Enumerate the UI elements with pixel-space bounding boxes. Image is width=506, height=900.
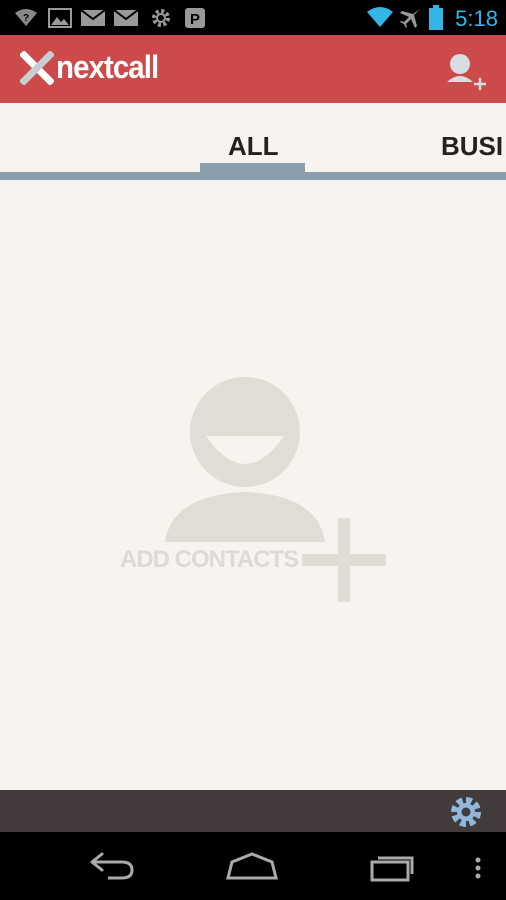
wifi-question-icon: ? — [15, 9, 37, 26]
svg-text:P: P — [190, 11, 200, 28]
back-icon[interactable] — [80, 832, 144, 900]
app-bar: nextcall — [0, 35, 506, 103]
gmail-icon — [113, 9, 139, 26]
overflow-menu-icon[interactable] — [468, 832, 488, 900]
wifi-icon — [367, 7, 393, 27]
add-contact-placeholder-icon[interactable] — [110, 370, 400, 610]
parking-icon: P — [185, 8, 205, 28]
airplane-icon — [400, 9, 420, 28]
home-icon[interactable] — [218, 832, 286, 900]
add-contact-icon[interactable] — [444, 50, 490, 96]
app-logo-text: nextcall — [56, 49, 159, 85]
settings-icon — [152, 9, 170, 27]
status-bar: ? P 5:18 — [0, 0, 506, 35]
bottom-bar — [0, 790, 506, 832]
tab-underline — [0, 172, 506, 180]
tab-all[interactable]: ALL — [228, 131, 279, 162]
add-contacts-label[interactable]: ADD CONTACTS — [120, 546, 299, 574]
battery-icon — [429, 5, 443, 30]
tab-bar: ALL BUSI — [0, 103, 506, 180]
gear-icon[interactable] — [448, 794, 484, 830]
recents-icon[interactable] — [362, 832, 426, 900]
clock: 5:18 — [455, 6, 498, 31]
navigation-bar — [0, 832, 506, 900]
screen: ? P 5:18 nextcall ALL BUSI ADD CONTACTS — [0, 0, 506, 900]
nextcall-logo-icon — [20, 51, 54, 85]
svg-text:?: ? — [23, 13, 29, 24]
gmail-icon — [80, 9, 106, 26]
image-icon — [48, 8, 72, 28]
tab-business[interactable]: BUSI — [441, 131, 503, 162]
